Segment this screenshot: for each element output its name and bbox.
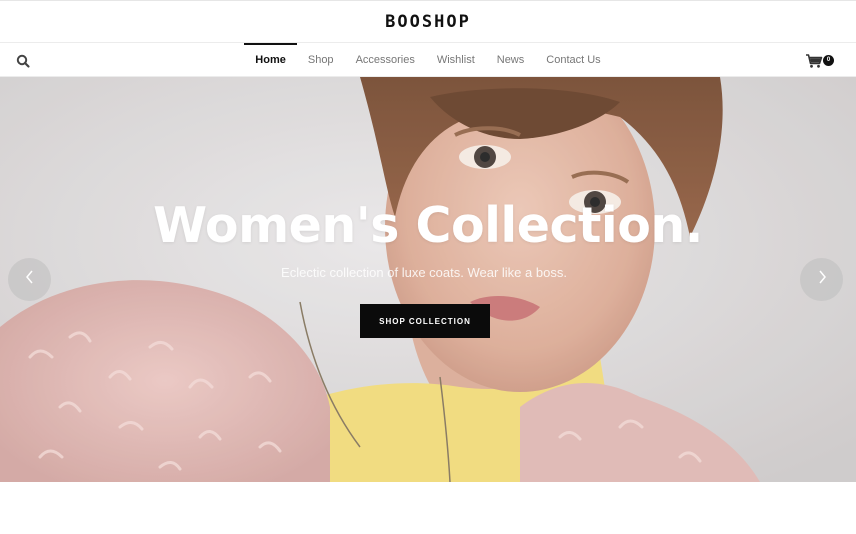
shop-collection-button[interactable]: SHOP COLLECTION xyxy=(360,304,490,338)
main-navbar: Home Shop Accessories Wishlist News Cont… xyxy=(0,43,856,77)
hero-slider: Women's Collection. Eclectic collection … xyxy=(0,77,856,482)
site-header: BOOSHOP xyxy=(0,0,856,43)
slider-prev-button[interactable] xyxy=(8,258,51,301)
nav-item-shop[interactable]: Shop xyxy=(297,43,345,77)
nav-item-home[interactable]: Home xyxy=(244,43,297,77)
nav-menu: Home Shop Accessories Wishlist News Cont… xyxy=(0,43,856,77)
nav-item-accessories[interactable]: Accessories xyxy=(345,43,426,77)
hero-subtitle: Eclectic collection of luxe coats. Wear … xyxy=(281,265,567,280)
site-logo[interactable]: BOOSHOP xyxy=(385,12,471,32)
cart-count-badge: 0 xyxy=(823,55,834,66)
chevron-left-icon xyxy=(24,270,36,289)
chevron-right-icon xyxy=(816,270,828,289)
nav-item-contact-us[interactable]: Contact Us xyxy=(535,43,611,77)
slider-next-button[interactable] xyxy=(800,258,843,301)
hero-title: Women's Collection. xyxy=(153,197,703,254)
nav-item-wishlist[interactable]: Wishlist xyxy=(426,43,486,77)
cart-icon[interactable] xyxy=(805,53,823,69)
nav-item-news[interactable]: News xyxy=(486,43,536,77)
